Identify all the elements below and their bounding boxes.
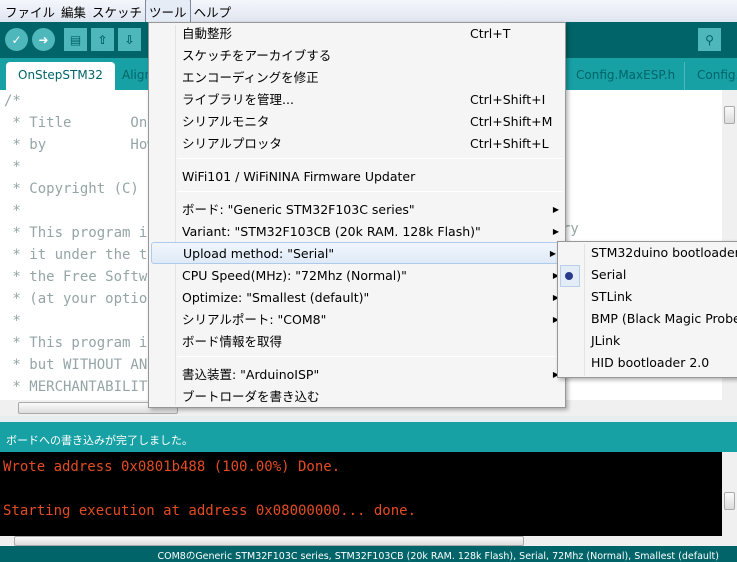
tab-config-m[interactable]: Config.M — [684, 62, 737, 90]
menu-help[interactable]: ヘルプ — [191, 0, 235, 23]
tab-onstepstm32[interactable]: OnStepSTM32 — [6, 62, 115, 90]
menu-item-label: Optimize: "Smallest (default)" — [182, 290, 370, 305]
console-line: Starting execution at address 0x08000000… — [3, 503, 417, 519]
tools-menu: 自動整形 Ctrl+T スケッチをアーカイブする エンコーディングを修正 ライブラリを管… — [148, 22, 566, 408]
upload-method-option[interactable]: STLink — [558, 286, 632, 308]
upload-method-option[interactable]: STM32duino bootloader — [558, 242, 737, 264]
save-button[interactable]: ⇩ — [118, 28, 141, 51]
tools-menu-item[interactable]: スケッチをアーカイブする — [149, 45, 565, 67]
menu-separator — [177, 191, 563, 192]
menu-item-label: シリアルプロッタ — [182, 136, 282, 151]
menu-separator — [177, 356, 563, 357]
menu-item-label: Upload method: "Serial" — [183, 246, 335, 261]
menu-item-shortcut: Ctrl+T — [470, 26, 511, 41]
tools-menu-item[interactable]: ボード情報を取得 — [149, 331, 565, 353]
menu-item-shortcut: Ctrl+Shift+L — [470, 136, 549, 151]
menu-item-label: シリアルモニタ — [182, 114, 270, 129]
menu-item-label: WiFi101 / WiFiNINA Firmware Updater — [182, 169, 416, 184]
console-vertical-scrollbar[interactable] — [722, 452, 737, 536]
upload-method-option[interactable]: JLink — [558, 330, 620, 352]
tools-menu-item[interactable]: シリアルモニタ Ctrl+Shift+M — [149, 111, 565, 133]
tools-menu-item[interactable]: 自動整形 Ctrl+T — [149, 23, 565, 45]
tools-menu-item[interactable]: ボード: "Generic STM32F103C series" ▶ — [149, 199, 565, 221]
menu-separator — [177, 158, 563, 159]
menu-item-label: Variant: "STM32F103CB (20k RAM. 128k Fla… — [182, 224, 481, 239]
menu-item-label: ライブラリを管理... — [182, 92, 294, 107]
menu-tools[interactable]: ツール — [145, 0, 191, 24]
tab-config-maxesp[interactable]: Config.MaxESP.h — [564, 62, 687, 90]
menu-item-label: ブートローダを書き込む — [182, 389, 320, 404]
verify-button[interactable]: ✓ — [5, 28, 28, 51]
menu-item-label: CPU Speed(MHz): "72Mhz (Normal)" — [182, 268, 407, 283]
tools-menu-item[interactable]: Upload method: "Serial" ▶ — [151, 242, 563, 264]
menu-item-label: ボード: "Generic STM32F103C series" — [182, 202, 415, 217]
console-horizontal-scrollbar[interactable] — [0, 536, 737, 546]
submenu-arrow-icon: ▶ — [552, 227, 559, 236]
status-message: ボードへの書き込みが完了しました。 — [0, 422, 737, 452]
tools-menu-item[interactable]: WiFi101 / WiFiNINA Firmware Updater — [149, 166, 565, 188]
menu-edit[interactable]: 編集 — [58, 0, 89, 23]
tools-menu-item[interactable]: シリアルプロッタ Ctrl+Shift+L — [149, 133, 565, 155]
tools-menu-item[interactable]: ライブラリを管理... Ctrl+Shift+I — [149, 89, 565, 111]
submenu-arrow-icon: ▶ — [552, 205, 559, 214]
menu-item-label: ボード情報を取得 — [182, 334, 283, 349]
menu-item-label: 自動整形 — [182, 26, 233, 41]
menu-item-label: シリアルポート: "COM8" — [182, 312, 327, 327]
menu-item-label: 書込装置: "ArduinoISP" — [182, 367, 320, 382]
tools-menu-item[interactable]: 書込装置: "ArduinoISP" ▶ — [149, 364, 565, 386]
menubar: ファイル 編集 スケッチ ツール ヘルプ — [0, 0, 737, 24]
upload-method-option[interactable]: Serial — [558, 264, 626, 286]
menu-file[interactable]: ファイル — [2, 0, 58, 23]
serial-monitor-button[interactable]: ⚲ — [698, 28, 721, 51]
tools-menu-item[interactable]: Optimize: "Smallest (default)" ▶ — [149, 287, 565, 309]
board-info-footer: COM8のGeneric STM32F103C series, STM32F10… — [0, 546, 737, 562]
upload-button[interactable]: ➜ — [32, 28, 55, 51]
menu-item-label: スケッチをアーカイブする — [182, 48, 332, 63]
open-button[interactable]: ⇧ — [91, 28, 114, 51]
tools-menu-item[interactable]: シリアルポート: "COM8" ▶ — [149, 309, 565, 331]
console-output: Wrote address 0x0801b488 (100.00%) Done.… — [0, 452, 722, 536]
console-line: Wrote address 0x0801b488 (100.00%) Done. — [3, 459, 341, 475]
menu-item-label: エンコーディングを修正 — [182, 70, 319, 85]
menu-item-shortcut: Ctrl+Shift+I — [470, 92, 546, 107]
tools-menu-item[interactable]: ブートローダを書き込む — [149, 386, 565, 408]
tools-menu-item[interactable]: CPU Speed(MHz): "72Mhz (Normal)" ▶ — [149, 265, 565, 287]
submenu-arrow-icon: ▶ — [549, 249, 556, 258]
tools-menu-item[interactable]: Variant: "STM32F103CB (20k RAM. 128k Fla… — [149, 221, 565, 243]
menu-item-shortcut: Ctrl+Shift+M — [470, 114, 553, 129]
menu-sketch[interactable]: スケッチ — [89, 0, 145, 23]
new-button[interactable]: ▤ — [64, 28, 87, 51]
tools-menu-item[interactable]: エンコーディングを修正 — [149, 67, 565, 89]
upload-method-option[interactable]: BMP (Black Magic Probe) — [558, 308, 737, 330]
upload-method-option[interactable]: HID bootloader 2.0 — [558, 352, 709, 374]
upload-method-submenu: STM32duino bootloader Serial STLink BMP (Bl… — [557, 241, 737, 378]
